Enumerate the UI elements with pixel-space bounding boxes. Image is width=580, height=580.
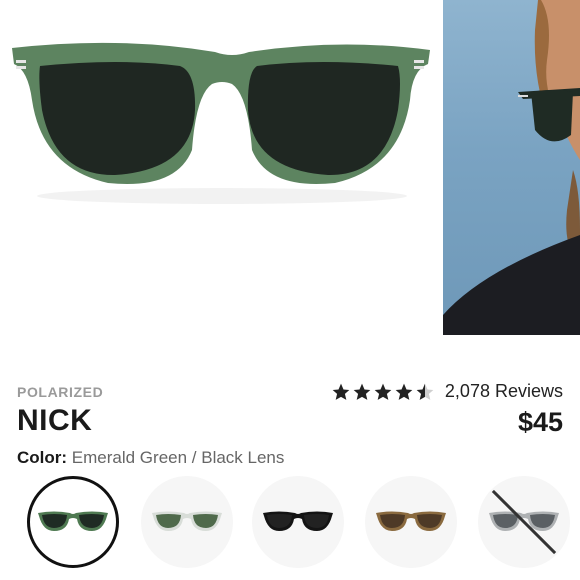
star-full-icon: [353, 383, 371, 400]
swatch-grey-unavailable[interactable]: [478, 476, 570, 568]
star-rating: [331, 382, 435, 402]
sunglasses-swatch-icon: [376, 511, 446, 531]
swatch-clear-green[interactable]: [141, 476, 233, 568]
sunglasses-image: [12, 42, 430, 204]
swatch-black[interactable]: [252, 476, 344, 568]
swatch-brown[interactable]: [365, 476, 457, 568]
color-label: Color:: [17, 448, 68, 467]
product-price: $45: [517, 407, 563, 437]
sunglasses-swatch-icon: [152, 511, 222, 531]
sunglasses-swatch-icon: [489, 511, 559, 531]
reviews-link[interactable]: 2,078 Reviews: [445, 381, 563, 402]
sunglasses-swatch-icon: [263, 511, 333, 531]
color-selection-label: Color: Emerald Green / Black Lens: [17, 448, 284, 468]
star-full-icon: [332, 383, 350, 400]
swatch-emerald-green[interactable]: [27, 476, 119, 568]
product-image-model[interactable]: [443, 0, 580, 335]
model-image: [443, 0, 580, 335]
product-tag: POLARIZED: [17, 384, 104, 400]
product-image-main[interactable]: [0, 0, 443, 335]
color-value: Emerald Green / Black Lens: [71, 448, 285, 467]
sunglasses-swatch-icon: [38, 511, 108, 531]
star-full-icon: [374, 383, 392, 400]
color-swatch-carousel[interactable]: [0, 474, 580, 580]
star-full-icon: [395, 383, 413, 400]
rating[interactable]: 2,078 Reviews: [331, 381, 563, 402]
product-title: NICK: [17, 404, 93, 437]
star-half-icon: [416, 383, 434, 400]
product-gallery[interactable]: [0, 0, 580, 335]
